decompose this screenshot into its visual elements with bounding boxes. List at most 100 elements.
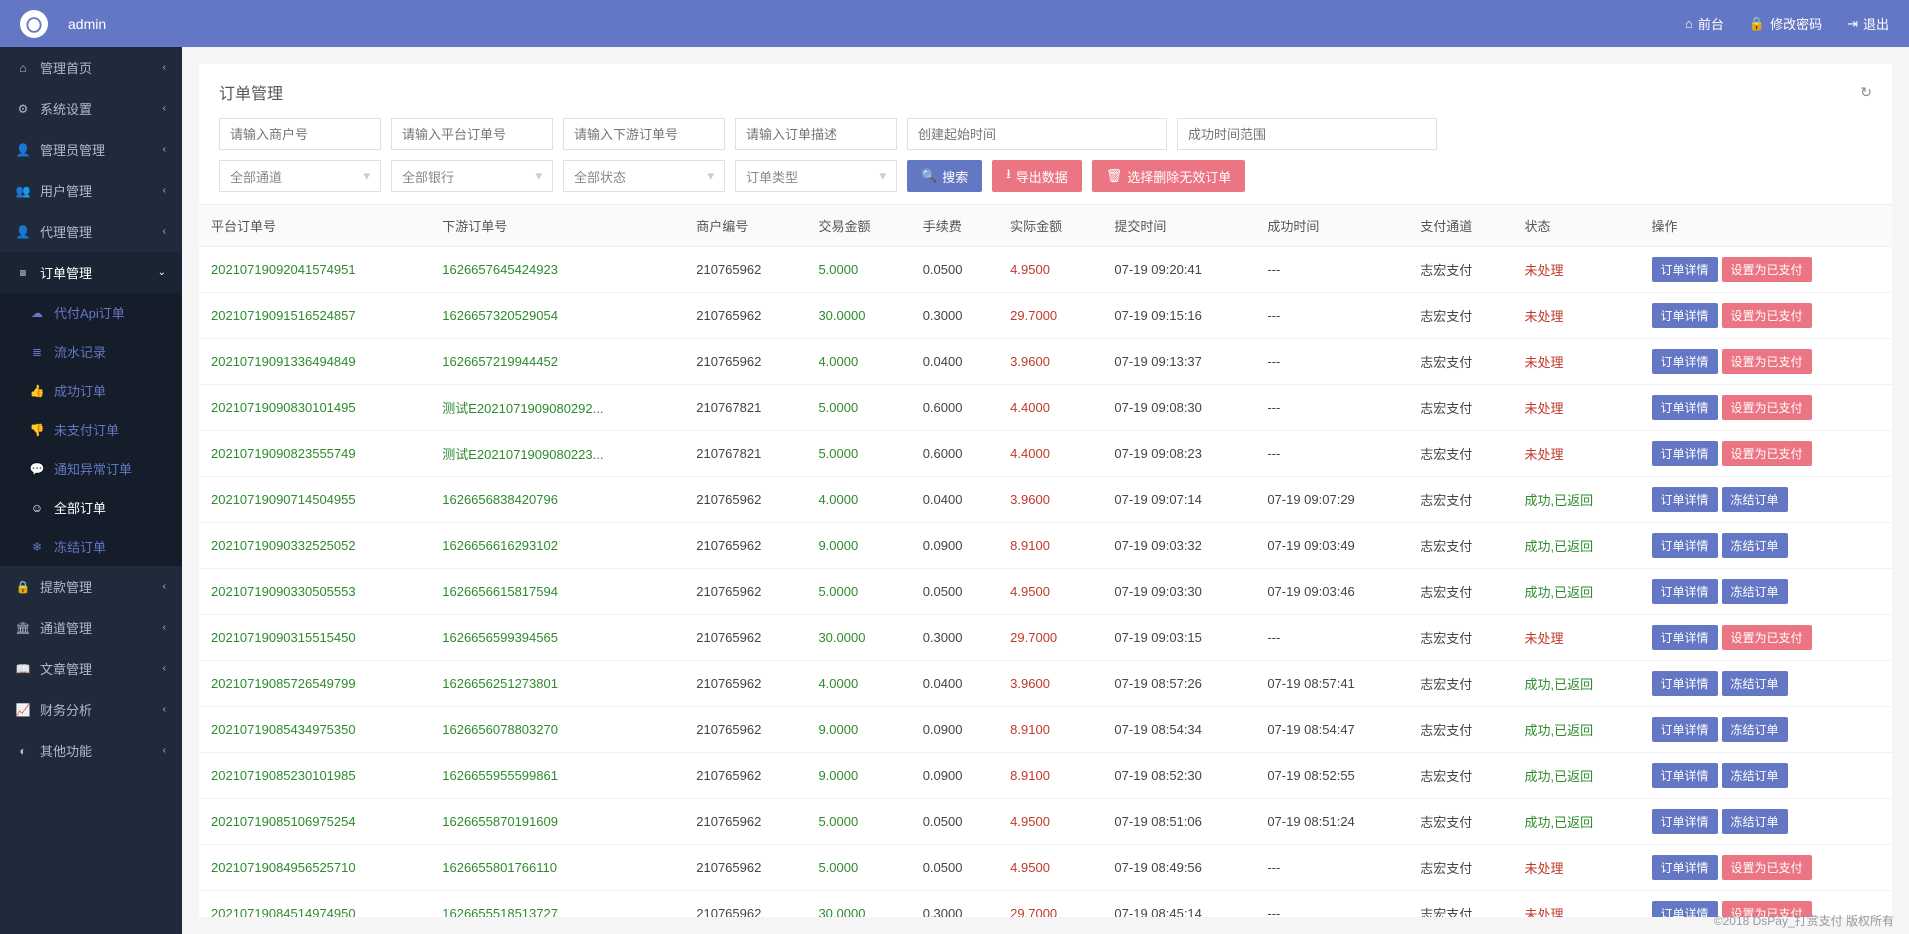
sidebar-item-5[interactable]: ≡订单管理⌄ xyxy=(0,252,182,293)
status-select[interactable]: 全部状态 xyxy=(563,160,725,192)
platform-order: 20210719092041574951 xyxy=(199,247,430,293)
fee: 0.0400 xyxy=(911,661,998,707)
sidebar-item-4[interactable]: 👤代理管理‹ xyxy=(0,211,182,252)
amount: 9.0000 xyxy=(806,753,910,799)
real-amount: 8.9100 xyxy=(998,523,1102,569)
detail-button[interactable]: 订单详情 xyxy=(1652,901,1718,917)
sidebar-item-3[interactable]: 👥用户管理‹ xyxy=(0,170,182,211)
status: 成功,已返回 xyxy=(1512,799,1639,845)
detail-button[interactable]: 订单详情 xyxy=(1652,625,1718,650)
create-time: 07-19 08:54:34 xyxy=(1102,707,1255,753)
mark-paid-button[interactable]: 设置为已支付 xyxy=(1722,303,1812,328)
merchant-input[interactable] xyxy=(219,118,381,150)
sidebar-item-0[interactable]: ⌂管理首页‹ xyxy=(0,47,182,88)
merchant-id: 210765962 xyxy=(684,569,806,615)
sub-item-label: 未支付订单 xyxy=(54,420,119,439)
detail-button[interactable]: 订单详情 xyxy=(1652,487,1718,512)
logout-link[interactable]: ⇥ 退出 xyxy=(1847,14,1889,33)
nav-icon: 👤 xyxy=(16,143,30,157)
platform-order: 20210719090315515450 xyxy=(199,615,430,661)
page-title: 订单管理 xyxy=(219,80,283,104)
platform-order: 20210719091336494849 xyxy=(199,339,430,385)
change-password-link[interactable]: 🔒 修改密码 xyxy=(1749,14,1822,33)
detail-button[interactable]: 订单详情 xyxy=(1652,671,1718,696)
sub-item-2[interactable]: 👍成功订单 xyxy=(0,371,182,410)
channel-select[interactable]: 全部通道 xyxy=(219,160,381,192)
sub-item-4[interactable]: 💬通知异常订单 xyxy=(0,449,182,488)
bank-select[interactable]: 全部银行 xyxy=(391,160,553,192)
mark-paid-button[interactable]: 设置为已支付 xyxy=(1722,855,1812,880)
chevron-left-icon: ‹ xyxy=(163,745,166,756)
sidebar-item-10[interactable]: ◐其他功能‹ xyxy=(0,730,182,771)
freeze-button[interactable]: 冻结订单 xyxy=(1722,487,1788,512)
amount: 5.0000 xyxy=(806,385,910,431)
downstream-order: 1626656078803270 xyxy=(430,707,684,753)
downstream-order: 1626656838420796 xyxy=(430,477,684,523)
detail-button[interactable]: 订单详情 xyxy=(1652,579,1718,604)
detail-button[interactable]: 订单详情 xyxy=(1652,855,1718,880)
sub-item-1[interactable]: ≣流水记录 xyxy=(0,332,182,371)
sidebar-item-1[interactable]: ⚙系统设置‹ xyxy=(0,88,182,129)
freeze-button[interactable]: 冻结订单 xyxy=(1722,671,1788,696)
create-time-input[interactable] xyxy=(907,118,1167,150)
detail-button[interactable]: 订单详情 xyxy=(1652,303,1718,328)
real-amount: 29.7000 xyxy=(998,293,1102,339)
detail-button[interactable]: 订单详情 xyxy=(1652,809,1718,834)
sidebar-item-6[interactable]: 🔒提款管理‹ xyxy=(0,566,182,607)
detail-button[interactable]: 订单详情 xyxy=(1652,395,1718,420)
platform-order-input[interactable] xyxy=(391,118,553,150)
sub-item-0[interactable]: ☁代付Api订单 xyxy=(0,293,182,332)
sidebar-item-7[interactable]: 🏛通道管理‹ xyxy=(0,607,182,648)
mark-paid-button[interactable]: 设置为已支付 xyxy=(1722,349,1812,374)
detail-button[interactable]: 订单详情 xyxy=(1652,763,1718,788)
refresh-icon[interactable]: ↻ xyxy=(1860,84,1872,101)
mark-paid-button[interactable]: 设置为已支付 xyxy=(1722,625,1812,650)
footer: ©2018 DsPay_打赏支付 版权所有 xyxy=(1714,912,1894,929)
sub-item-3[interactable]: 👎未支付订单 xyxy=(0,410,182,449)
fee: 0.6000 xyxy=(911,385,998,431)
sub-item-6[interactable]: ❄冻结订单 xyxy=(0,527,182,566)
chevron-left-icon: ‹ xyxy=(163,103,166,114)
sidebar-item-label: 系统设置 xyxy=(40,99,92,118)
downstream-order: 1626657645424923 xyxy=(430,247,684,293)
amount: 4.0000 xyxy=(806,661,910,707)
delete-invalid-button[interactable]: 🗑选择删除无效订单 xyxy=(1092,160,1246,192)
success-time: --- xyxy=(1255,247,1408,293)
freeze-button[interactable]: 冻结订单 xyxy=(1722,809,1788,834)
success-time-input[interactable] xyxy=(1177,118,1437,150)
channel: 志宏支付 xyxy=(1408,845,1512,891)
table-row: 2021071908495652571016266558017661102107… xyxy=(199,845,1892,891)
create-time: 07-19 09:07:14 xyxy=(1102,477,1255,523)
real-amount: 8.9100 xyxy=(998,753,1102,799)
success-time: --- xyxy=(1255,891,1408,918)
order-type-select[interactable]: 订单类型 xyxy=(735,160,897,192)
freeze-button[interactable]: 冻结订单 xyxy=(1722,763,1788,788)
downstream-order-input[interactable] xyxy=(563,118,725,150)
freeze-button[interactable]: 冻结订单 xyxy=(1722,717,1788,742)
sidebar-item-8[interactable]: 📖文章管理‹ xyxy=(0,648,182,689)
freeze-button[interactable]: 冻结订单 xyxy=(1722,533,1788,558)
export-button[interactable]: ⭳导出数据 xyxy=(992,160,1082,192)
freeze-button[interactable]: 冻结订单 xyxy=(1722,579,1788,604)
mark-paid-button[interactable]: 设置为已支付 xyxy=(1722,257,1812,282)
chevron-left-icon: ‹ xyxy=(163,226,166,237)
fee: 0.6000 xyxy=(911,431,998,477)
order-desc-input[interactable] xyxy=(735,118,897,150)
mark-paid-button[interactable]: 设置为已支付 xyxy=(1722,395,1812,420)
detail-button[interactable]: 订单详情 xyxy=(1652,441,1718,466)
fee: 0.0900 xyxy=(911,753,998,799)
sub-item-5[interactable]: ☺全部订单 xyxy=(0,488,182,527)
detail-button[interactable]: 订单详情 xyxy=(1652,257,1718,282)
sidebar-item-2[interactable]: 👤管理员管理‹ xyxy=(0,129,182,170)
amount: 5.0000 xyxy=(806,431,910,477)
front-link[interactable]: ⌂ 前台 xyxy=(1685,14,1724,33)
detail-button[interactable]: 订单详情 xyxy=(1652,717,1718,742)
sidebar-item-9[interactable]: 📈财务分析‹ xyxy=(0,689,182,730)
status: 未处理 xyxy=(1512,385,1639,431)
amount: 30.0000 xyxy=(806,891,910,918)
detail-button[interactable]: 订单详情 xyxy=(1652,533,1718,558)
detail-button[interactable]: 订单详情 xyxy=(1652,349,1718,374)
mark-paid-button[interactable]: 设置为已支付 xyxy=(1722,441,1812,466)
merchant-id: 210765962 xyxy=(684,753,806,799)
search-button[interactable]: 🔍搜索 xyxy=(907,160,982,192)
